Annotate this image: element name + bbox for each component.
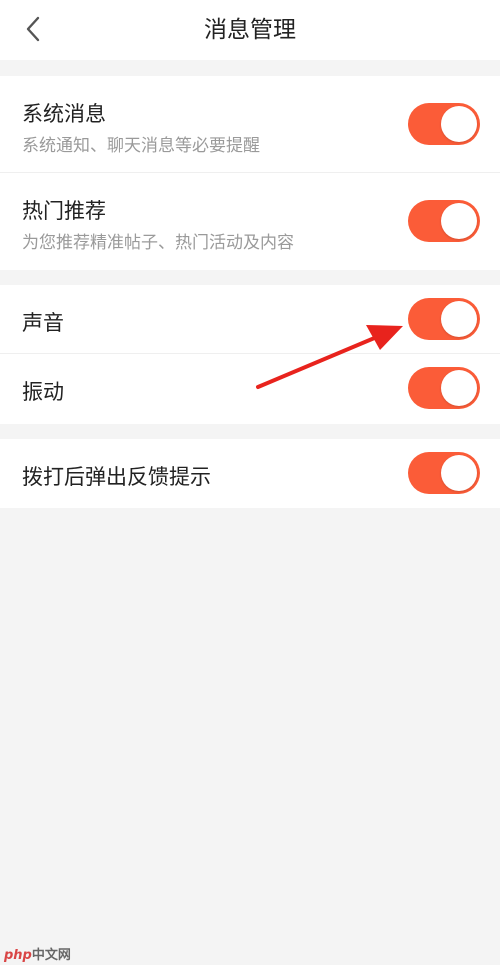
watermark-logo: php中文网 [4,944,71,963]
annotation-arrow-icon [256,325,403,389]
watermark-brand: php [4,948,32,963]
watermark-text: 中文网 [31,948,71,963]
